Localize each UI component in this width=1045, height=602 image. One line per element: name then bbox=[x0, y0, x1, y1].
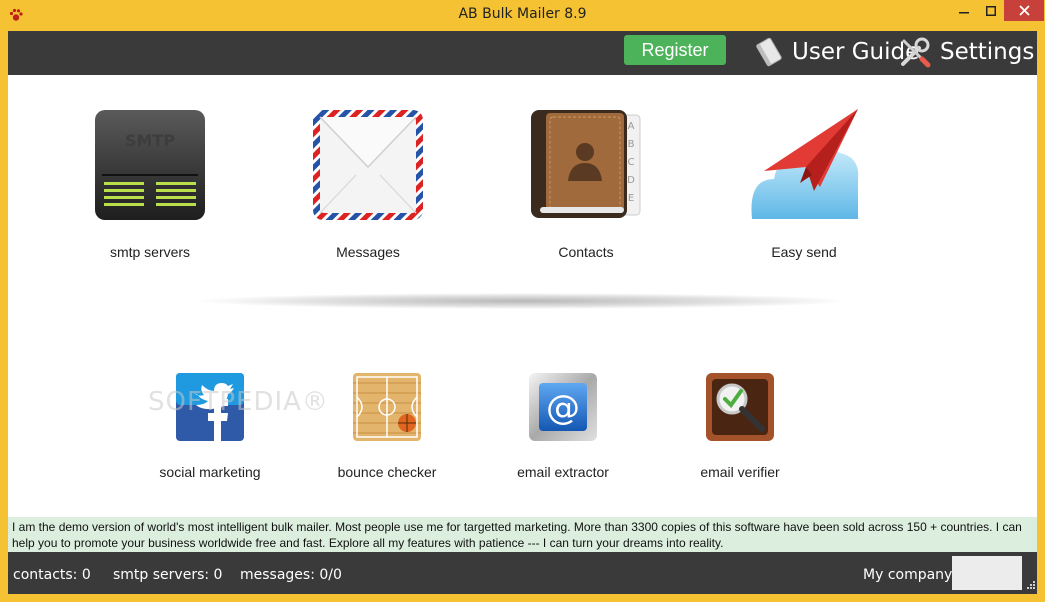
messages-tile[interactable]: Messages bbox=[312, 109, 424, 261]
minimize-icon bbox=[958, 11, 969, 13]
paper-plane-icon bbox=[751, 109, 859, 219]
envelope-icon bbox=[313, 110, 423, 220]
svg-text:C: C bbox=[628, 157, 635, 168]
status-bar: contacts: 0 smtp servers: 0 messages: 0/… bbox=[8, 552, 1037, 594]
bounce-checker-tile[interactable]: bounce checker bbox=[338, 373, 436, 483]
tile-label: email verifier bbox=[700, 464, 780, 480]
settings-label: Settings bbox=[940, 39, 1035, 65]
info-message: I am the demo version of world's most in… bbox=[8, 517, 1037, 552]
svg-text:A: A bbox=[628, 121, 635, 132]
smtp-servers-tile[interactable]: SMTP smtp servers bbox=[94, 109, 206, 261]
app-window: AB Bulk Mailer 8.9 Register User Guide S… bbox=[0, 0, 1045, 602]
tile-label: social marketing bbox=[159, 464, 261, 480]
main-panel: Register User Guide Settings SMTP smtp s… bbox=[8, 31, 1037, 594]
tile-label: bounce checker bbox=[337, 464, 437, 480]
svg-text:D: D bbox=[627, 175, 635, 186]
wrench-screwdriver-icon bbox=[901, 37, 931, 68]
watermark: SOFTPEDIA® bbox=[148, 387, 329, 417]
at-sign-icon: @ bbox=[529, 373, 597, 441]
title-bar[interactable]: AB Bulk Mailer 8.9 bbox=[0, 0, 1045, 31]
minimize-button[interactable] bbox=[950, 0, 977, 21]
book-icon bbox=[756, 37, 782, 67]
svg-text:E: E bbox=[628, 193, 634, 204]
messages-count: messages: 0/0 bbox=[240, 567, 342, 583]
top-toolbar: Register User Guide Settings bbox=[8, 31, 1037, 75]
svg-text:SMTP: SMTP bbox=[125, 131, 175, 150]
contacts-tile[interactable]: ABCDE Contacts bbox=[530, 109, 642, 261]
tile-label: smtp servers bbox=[109, 244, 191, 260]
smtp-servers-count: smtp servers: 0 bbox=[113, 567, 223, 583]
maximize-icon bbox=[985, 5, 996, 16]
user-guide-button[interactable]: User Guide bbox=[754, 34, 919, 70]
close-icon bbox=[1018, 5, 1030, 16]
tile-label: Messages bbox=[336, 244, 400, 260]
window-title: AB Bulk Mailer 8.9 bbox=[458, 6, 587, 22]
tile-label: email extractor bbox=[517, 464, 609, 480]
tile-label: Contacts bbox=[558, 244, 614, 260]
svg-text:B: B bbox=[628, 139, 635, 150]
contacts-count: contacts: 0 bbox=[13, 567, 91, 583]
tile-label: Easy send bbox=[771, 244, 837, 260]
separator-shadow bbox=[200, 293, 845, 309]
close-button[interactable] bbox=[1004, 0, 1044, 21]
settings-button[interactable]: Settings bbox=[898, 34, 1034, 70]
address-book-icon: ABCDE bbox=[531, 110, 641, 218]
company-label: My company bbox=[863, 567, 953, 583]
easy-send-tile[interactable]: Easy send bbox=[748, 109, 860, 261]
basketball-court-icon bbox=[353, 373, 421, 441]
smtp-server-icon: SMTP bbox=[95, 110, 205, 220]
maximize-button[interactable] bbox=[977, 0, 1004, 21]
magnifier-check-icon bbox=[706, 373, 774, 441]
svg-text:@: @ bbox=[546, 388, 580, 428]
register-button[interactable]: Register bbox=[624, 35, 726, 65]
resize-grip-icon[interactable] bbox=[1024, 580, 1036, 592]
company-logo-box[interactable] bbox=[952, 556, 1022, 590]
email-verifier-tile[interactable]: email verifier bbox=[700, 373, 780, 483]
email-extractor-tile[interactable]: @ email extractor bbox=[517, 373, 609, 483]
